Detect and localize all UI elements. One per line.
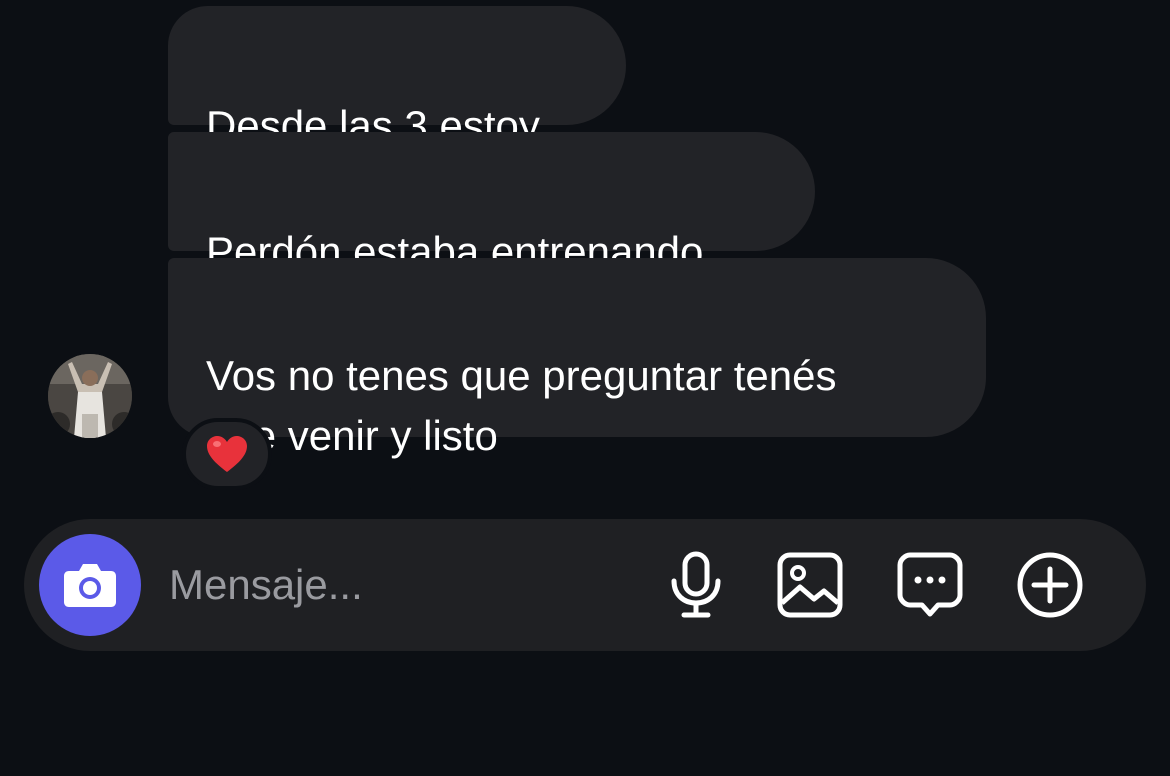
sticker-button[interactable] — [894, 549, 966, 621]
avatar-image — [48, 354, 132, 438]
heart-icon — [207, 436, 247, 472]
message-text: Vos no tenes que preguntar tenés que ven… — [206, 352, 837, 459]
camera-button[interactable] — [39, 534, 141, 636]
avatar[interactable] — [48, 354, 132, 438]
message-bubble[interactable]: Desde las 3 estoy — [168, 6, 626, 149]
chat-screen: Desde las 3 estoy Perdón estaba entrenan… — [0, 0, 1170, 776]
message-composer: .placeholder::placeholder { color: #9a9b… — [24, 519, 1146, 651]
gallery-button[interactable] — [774, 549, 846, 621]
message-input[interactable] — [169, 559, 639, 611]
message-bubble[interactable]: Vos no tenes que preguntar tenés que ven… — [168, 258, 986, 459]
add-button[interactable] — [1014, 549, 1086, 621]
chat-bubble-icon — [897, 552, 963, 617]
plus-circle-icon — [1017, 552, 1083, 618]
message-bubble[interactable]: Perdón estaba entrenando — [168, 132, 815, 275]
microphone-icon — [671, 551, 721, 618]
reaction-badge[interactable] — [182, 418, 272, 490]
microphone-button[interactable] — [660, 549, 732, 621]
camera-icon — [64, 564, 116, 607]
image-icon — [777, 552, 843, 618]
